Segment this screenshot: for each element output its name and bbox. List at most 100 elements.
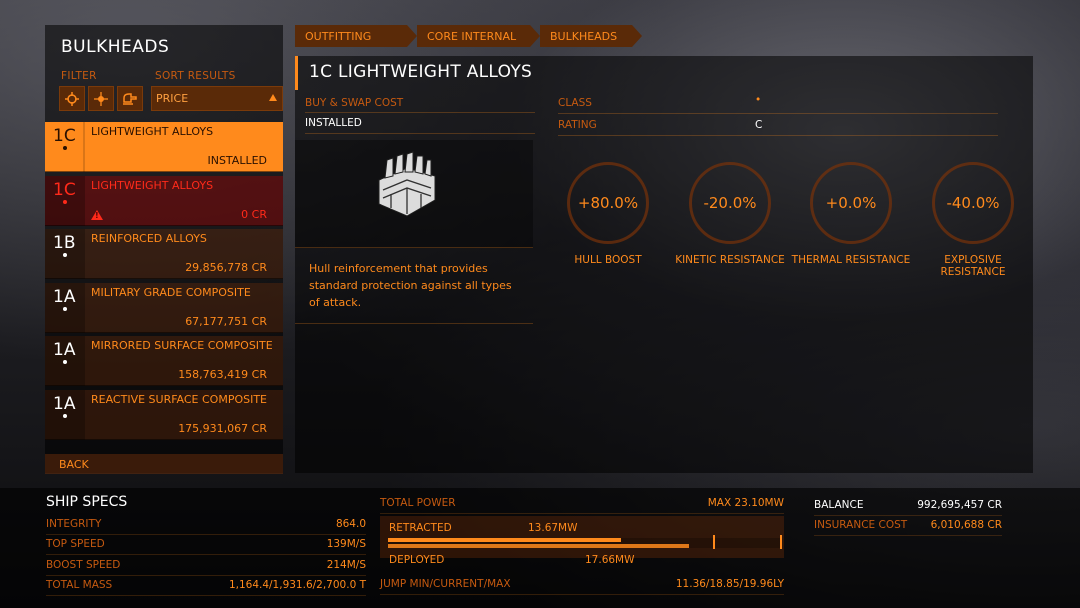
- warning-icon: [91, 209, 103, 220]
- module-name: LIGHTWEIGHT ALLOYS: [91, 125, 214, 138]
- total-power-max: MAX 23.10MW: [707, 497, 784, 509]
- ship-specs-title: SHIP SPECS: [46, 494, 128, 510]
- module-grade: 1A: [53, 286, 76, 307]
- ship-status-bar: SHIP SPECS INTEGRITY 864.0 TOP SPEED 139M/S…: [0, 488, 1080, 608]
- module-description: Hull reinforcement that provides standar…: [309, 262, 512, 309]
- class-dot-icon: [63, 146, 67, 150]
- filter-target-button[interactable]: [88, 86, 114, 111]
- balance-row: BALANCE 992,695,457 CR: [814, 496, 1002, 516]
- balance-label: BALANCE: [814, 499, 864, 511]
- filter-label: FILTER: [61, 70, 97, 82]
- stat-gauge: -20.0%: [689, 162, 771, 244]
- module-name: MILITARY GRADE COMPOSITE: [91, 285, 251, 299]
- spec-label: BOOST SPEED: [46, 558, 121, 571]
- back-button[interactable]: BACK: [45, 454, 283, 474]
- stat-value: -20.0%: [703, 194, 757, 212]
- total-power-label: TOTAL POWER: [380, 497, 456, 509]
- class-dot-icon: [63, 253, 67, 257]
- breadcrumb-bulkheads[interactable]: BULKHEADS: [540, 25, 642, 47]
- module-grade: 1C: [53, 179, 76, 200]
- spec-value: 864.0: [335, 518, 366, 530]
- module-grade: 1B: [53, 233, 76, 253]
- module-list-item[interactable]: 1C LIGHTWEIGHT ALLOYS INSTALLED: [45, 122, 283, 172]
- module-image: [295, 140, 533, 248]
- module-list-item[interactable]: 1A MILITARY GRADE COMPOSITE 67,177,751 CR: [45, 282, 283, 333]
- module-list-item[interactable]: 1A REACTIVE SURFACE COMPOSITE 175,931,067 …: [45, 389, 283, 440]
- deployed-label: DEPLOYED: [389, 554, 445, 566]
- stat-label: KINETIC RESISTANCE: [675, 254, 785, 266]
- sort-label: SORT RESULTS: [155, 70, 236, 82]
- divider: [305, 133, 535, 134]
- divider: [295, 247, 533, 248]
- class-value: •: [755, 94, 762, 106]
- cost-value: INSTALLED: [305, 117, 362, 129]
- breadcrumb-core-internal[interactable]: CORE INTERNAL: [417, 25, 540, 47]
- module-detail-panel: 1C LIGHTWEIGHT ALLOYS BUY & SWAP COST IN…: [295, 56, 1033, 473]
- filter-crosshair-button[interactable]: [59, 86, 85, 111]
- jump-range-label: JUMP MIN/CURRENT/MAX: [380, 578, 511, 590]
- jump-range-value: 11.36/18.85/19.96LY: [675, 578, 784, 590]
- class-label: CLASS: [558, 97, 592, 109]
- ship-spec-row: BOOST SPEED 214M/S: [46, 556, 366, 576]
- jump-range-row: JUMP MIN/CURRENT/MAX 11.36/18.85/19.96LY: [380, 575, 784, 595]
- retracted-value: 13.67MW: [528, 522, 578, 534]
- ship-spec-row: TOTAL MASS 1,164.4/1,931.6/2,700.0 T: [46, 576, 366, 596]
- module-price: 175,931,067 CR: [178, 421, 267, 435]
- class-dot-icon: [63, 199, 67, 204]
- module-grade: 1A: [53, 340, 76, 360]
- divider: [558, 113, 998, 114]
- insurance-row: INSURANCE COST 6,010,688 CR: [814, 516, 1002, 536]
- sort-ascending-icon: [269, 94, 277, 101]
- module-price: 29,856,778 CR: [185, 261, 267, 274]
- ship-spec-row: TOP SPEED 139M/S: [46, 535, 366, 556]
- module-price: INSTALLED: [207, 154, 267, 167]
- balance-value: 992,695,457 CR: [917, 499, 1002, 511]
- divider: [295, 323, 533, 324]
- ship-spec-row: INTEGRITY 864.0: [46, 515, 366, 535]
- retracted-power-bar: [388, 538, 622, 542]
- spec-value: 139M/S: [326, 538, 366, 551]
- power-marker: [713, 535, 715, 549]
- breadcrumb-outfitting[interactable]: OUTFITTING: [295, 25, 417, 47]
- module-list-item[interactable]: 1B REINFORCED ALLOYS 29,856,778 CR: [45, 229, 283, 279]
- stat-label: HULL BOOST: [574, 254, 642, 266]
- stat-label: THERMAL RESISTANCE: [791, 254, 911, 266]
- power-track: [388, 535, 782, 549]
- stat-gauge: +80.0%: [567, 162, 649, 244]
- target-icon: [94, 91, 108, 106]
- module-name: LIGHTWEIGHT ALLOYS: [91, 178, 214, 192]
- title-accent: [295, 56, 298, 90]
- class-dot-icon: [63, 413, 67, 418]
- deployed-row: DEPLOYED 17.66MW: [380, 552, 784, 572]
- total-power-row: TOTAL POWER MAX 23.10MW: [380, 494, 784, 514]
- insurance-label: INSURANCE COST: [814, 519, 908, 531]
- module-list-item[interactable]: 1A MIRRORED SURFACE COMPOSITE 158,763,419 …: [45, 336, 283, 386]
- module-grade: 1C: [53, 126, 76, 146]
- module-title: 1C LIGHTWEIGHT ALLOYS: [309, 62, 533, 82]
- bulkhead-icon: [378, 151, 436, 217]
- class-dot-icon: [63, 360, 67, 364]
- class-dot-icon: [63, 306, 67, 311]
- spec-value: 214M/S: [326, 558, 366, 571]
- module-name: REINFORCED ALLOYS: [91, 232, 207, 245]
- turret-icon: [123, 92, 137, 105]
- divider: [558, 135, 998, 136]
- spec-label: TOTAL MASS: [46, 578, 113, 591]
- insurance-value: 6,010,688 CR: [930, 519, 1002, 531]
- stat-gauge: +0.0%: [810, 162, 892, 244]
- stat-gauge: -40.0%: [932, 162, 1014, 244]
- module-price: 0 CR: [241, 207, 267, 221]
- sort-select[interactable]: PRICE: [151, 86, 283, 111]
- stat-value: +0.0%: [825, 194, 877, 212]
- stat-label: EXPLOSIVE RESISTANCE: [940, 254, 1006, 278]
- module-list-item[interactable]: 1C LIGHTWEIGHT ALLOYS 0 CR: [45, 175, 283, 226]
- bulkheads-panel: BULKHEADS FILTER SORT RESULTS PRICE 1C LI…: [45, 25, 283, 474]
- power-max-marker: [780, 535, 782, 549]
- module-grade: 1A: [53, 393, 76, 414]
- panel-title: BULKHEADS: [61, 37, 170, 57]
- filter-turret-button[interactable]: [117, 86, 143, 111]
- stat-value: +80.0%: [577, 194, 639, 212]
- cost-label: BUY & SWAP COST: [305, 97, 404, 109]
- module-name: MIRRORED SURFACE COMPOSITE: [91, 339, 273, 352]
- divider: [305, 112, 535, 113]
